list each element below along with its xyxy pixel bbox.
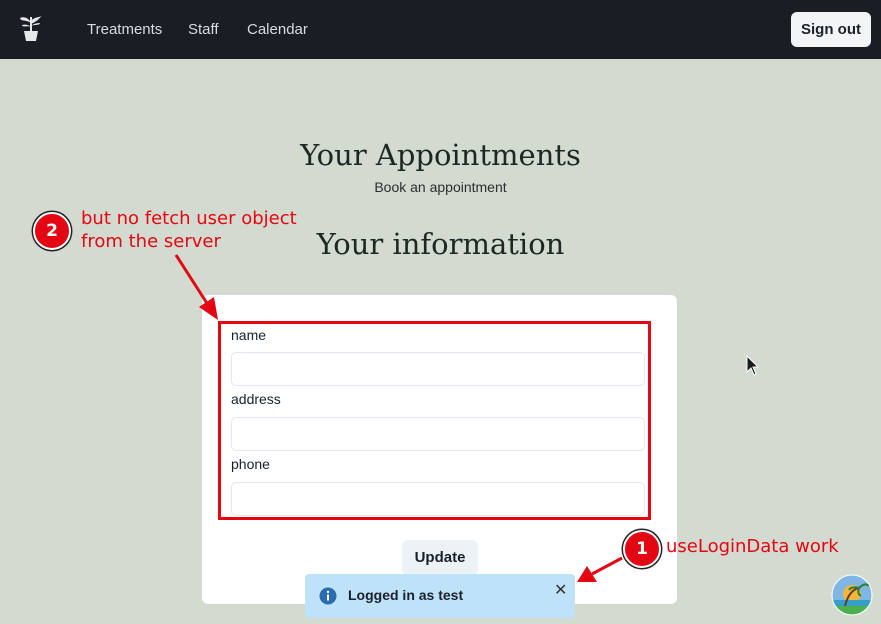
- sign-out-button[interactable]: Sign out: [791, 12, 871, 47]
- page-subtitle: Book an appointment: [374, 179, 507, 195]
- avatar[interactable]: [831, 574, 873, 616]
- navbar: Treatments Staff Calendar Sign out: [0, 0, 881, 59]
- annotation-2-line-1: but no fetch user object: [81, 208, 297, 229]
- annotation-marker-2: 2: [33, 212, 71, 250]
- close-icon[interactable]: ✕: [554, 580, 567, 600]
- nav-staff[interactable]: Staff: [188, 21, 219, 38]
- toast-message: Logged in as test: [348, 587, 464, 603]
- page-title: Your Appointments: [300, 138, 581, 172]
- plant-logo-icon[interactable]: [17, 13, 45, 43]
- mouse-cursor-icon: [746, 355, 760, 376]
- toast-notification: Logged in as test ✕: [305, 574, 575, 618]
- info-icon: [319, 587, 337, 605]
- annotation-2-line-2: from the server: [81, 231, 221, 252]
- annotation-marker-1: 1: [623, 530, 661, 568]
- annotation-2-text: but no fetch user object from the server: [81, 207, 297, 253]
- nav-treatments[interactable]: Treatments: [87, 21, 162, 38]
- nav-calendar[interactable]: Calendar: [247, 21, 308, 38]
- annotation-highlight-box: [218, 321, 651, 520]
- annotation-1-text: useLoginData work: [666, 536, 839, 557]
- update-button[interactable]: Update: [402, 540, 478, 575]
